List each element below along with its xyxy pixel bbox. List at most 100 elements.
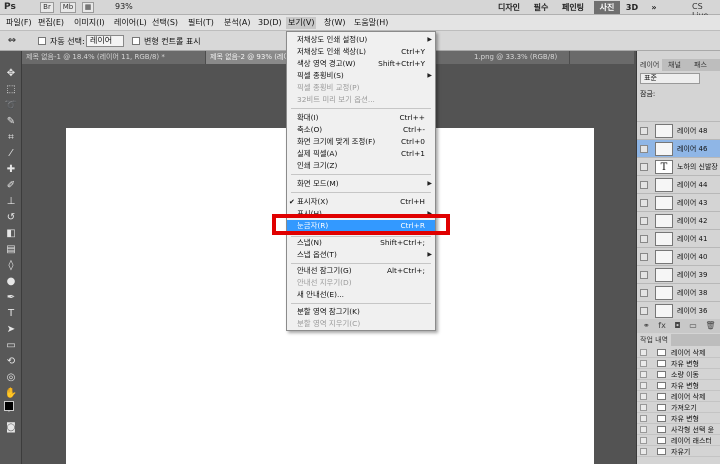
visibility-toggle[interactable]: [640, 163, 648, 171]
layer-row[interactable]: 레이어 44: [637, 175, 720, 193]
menu-help[interactable]: 도움말(H): [352, 17, 390, 29]
menu-item-extras[interactable]: ✔ 표시자(X) Ctrl+H: [287, 196, 435, 208]
eyedropper-tool-icon[interactable]: ⁄: [3, 147, 19, 161]
visibility-toggle[interactable]: [640, 307, 648, 315]
menu-item-zoom-in[interactable]: 확대(I) Ctrl++: [287, 112, 435, 124]
3d-orbit-tool-icon[interactable]: ◎: [3, 371, 19, 385]
move-tool-icon[interactable]: ✥: [3, 67, 19, 81]
layer-row[interactable]: 레이어 39: [637, 265, 720, 283]
tab-channels[interactable]: 채널: [665, 59, 684, 71]
type-tool-icon[interactable]: T: [3, 307, 19, 321]
menu-item-proof-colors[interactable]: 저채상도 인쇄 색상(L) Ctrl+Y: [287, 46, 435, 58]
healing-brush-tool-icon[interactable]: ✚: [3, 163, 19, 177]
visibility-toggle[interactable]: [640, 289, 648, 297]
history-item[interactable]: 레이어 래스터: [637, 435, 720, 446]
quick-mask-icon[interactable]: ◙: [3, 421, 19, 435]
history-item[interactable]: 자유 변형: [637, 413, 720, 424]
history-item[interactable]: 레이어 삭제: [637, 347, 720, 358]
auto-select-dropdown[interactable]: 레이어: [86, 35, 124, 47]
history-item[interactable]: 사각형 선택 윤: [637, 424, 720, 435]
workspace-more-icon[interactable]: »: [648, 1, 660, 14]
history-item[interactable]: 자유 변형: [637, 380, 720, 391]
history-item[interactable]: 소량 이동: [637, 369, 720, 380]
menu-item-zoom-out[interactable]: 축소(O) Ctrl+-: [287, 124, 435, 136]
tab-history[interactable]: 작업 내역: [637, 334, 671, 346]
tab-document-3[interactable]: 1.png @ 33.3% (RGB/8): [470, 51, 570, 64]
visibility-toggle[interactable]: [640, 199, 648, 207]
dodge-tool-icon[interactable]: ●: [3, 275, 19, 289]
marquee-tool-icon[interactable]: ⬚: [3, 83, 19, 97]
menu-item-screen-mode[interactable]: 화면 모드(M) ▶: [287, 178, 435, 190]
history-item[interactable]: 가져오기: [637, 402, 720, 413]
blend-mode-dropdown[interactable]: 표준: [640, 73, 700, 84]
menu-item-new-guide[interactable]: 새 안내선(E)...: [287, 289, 435, 301]
tab-document-1[interactable]: 제목 없음-1 @ 18.4% (레이어 11, RGB/8) *: [22, 51, 206, 64]
new-group-icon[interactable]: ▭: [689, 321, 697, 330]
visibility-toggle[interactable]: [640, 181, 648, 189]
shape-tool-icon[interactable]: ▭: [3, 339, 19, 353]
history-item[interactable]: 레이어 삭제: [637, 391, 720, 402]
visibility-toggle[interactable]: [640, 145, 648, 153]
menu-item-snap[interactable]: 스냅(N) Shift+Ctrl+;: [287, 237, 435, 249]
visibility-toggle[interactable]: [640, 127, 648, 135]
move-tool-icon[interactable]: ⇔: [4, 34, 20, 48]
menu-item-actual-pixels[interactable]: 실제 픽셀(A) Ctrl+1: [287, 148, 435, 160]
history-item[interactable]: 자유기: [637, 446, 720, 457]
blur-tool-icon[interactable]: ◊: [3, 259, 19, 273]
show-transform-controls-checkbox[interactable]: [132, 37, 140, 45]
clone-stamp-tool-icon[interactable]: ⊥: [3, 195, 19, 209]
menu-image[interactable]: 이미지(I): [72, 17, 107, 29]
auto-select-checkbox[interactable]: [38, 37, 46, 45]
menu-item-lock-slices[interactable]: 분할 영역 잠그기(K): [287, 306, 435, 318]
menu-filter[interactable]: 필터(T): [186, 17, 216, 29]
visibility-toggle[interactable]: [640, 235, 648, 243]
menu-item-proof-setup[interactable]: 저채상도 인쇄 설정(U) ▶: [287, 34, 435, 46]
crop-tool-icon[interactable]: ⌗: [3, 131, 19, 145]
history-brush-tool-icon[interactable]: ↺: [3, 211, 19, 225]
menu-item-print-size[interactable]: 인쇄 크기(Z): [287, 160, 435, 172]
layer-row[interactable]: 레이어 40: [637, 247, 720, 265]
workspace-essentials[interactable]: 필수: [528, 1, 554, 14]
gradient-tool-icon[interactable]: ▤: [3, 243, 19, 257]
eraser-tool-icon[interactable]: ◧: [3, 227, 19, 241]
menu-item-snap-to[interactable]: 스냅 옵션(T) ▶: [287, 249, 435, 261]
menu-analysis[interactable]: 분석(A): [222, 17, 252, 29]
workspace-painting[interactable]: 페인팅: [556, 1, 590, 14]
visibility-toggle[interactable]: [640, 271, 648, 279]
menu-layer[interactable]: 레이어(L): [112, 17, 149, 29]
mini-bridge-button[interactable]: Mb: [60, 2, 76, 13]
menu-item-gamut-warning[interactable]: 색상 영역 경고(W) Shift+Ctrl+Y: [287, 58, 435, 70]
pen-tool-icon[interactable]: ✒: [3, 291, 19, 305]
view-extras-button[interactable]: ▦: [82, 2, 94, 13]
visibility-toggle[interactable]: [640, 217, 648, 225]
foreground-color-swatch[interactable]: [4, 401, 14, 411]
layer-row[interactable]: 레이어 46: [637, 139, 720, 157]
layer-row[interactable]: 레이어 36: [637, 301, 720, 319]
menu-window[interactable]: 창(W): [322, 17, 348, 29]
layer-row[interactable]: 레이어 38: [637, 283, 720, 301]
menu-select[interactable]: 선택(S): [150, 17, 180, 29]
workspace-design[interactable]: 디자인: [492, 1, 526, 14]
layer-row[interactable]: T 노하의 신발장: [637, 157, 720, 175]
path-selection-tool-icon[interactable]: ➤: [3, 323, 19, 337]
delete-layer-icon[interactable]: 🗑: [705, 321, 715, 330]
layer-row[interactable]: 레이어 42: [637, 211, 720, 229]
menu-item-fit-on-screen[interactable]: 화면 크기에 맞게 조정(F) Ctrl+0: [287, 136, 435, 148]
layer-row[interactable]: 레이어 41: [637, 229, 720, 247]
workspace-3d[interactable]: 3D: [622, 1, 642, 14]
menu-edit[interactable]: 편집(E): [36, 17, 66, 29]
fx-icon[interactable]: fx: [658, 321, 666, 330]
workspace-photography[interactable]: 사진: [594, 1, 620, 14]
add-mask-icon[interactable]: ◘: [674, 321, 680, 330]
history-item[interactable]: 자유 변형: [637, 358, 720, 369]
hand-tool-icon[interactable]: ✋: [3, 387, 19, 401]
menu-file[interactable]: 파일(F): [4, 17, 34, 29]
menu-view[interactable]: 보기(V): [286, 17, 317, 29]
layer-row[interactable]: 레이어 48: [637, 121, 720, 139]
quick-select-tool-icon[interactable]: ✎: [3, 115, 19, 129]
3d-rotate-tool-icon[interactable]: ⟲: [3, 355, 19, 369]
menu-item-lock-guides[interactable]: 안내선 잠그기(G) Alt+Ctrl+;: [287, 265, 435, 277]
layer-row[interactable]: 레이어 43: [637, 193, 720, 211]
lasso-tool-icon[interactable]: ➰: [3, 99, 19, 113]
menu-item-pixel-aspect-ratio[interactable]: 픽셀 종횡비(S) ▶: [287, 70, 435, 82]
